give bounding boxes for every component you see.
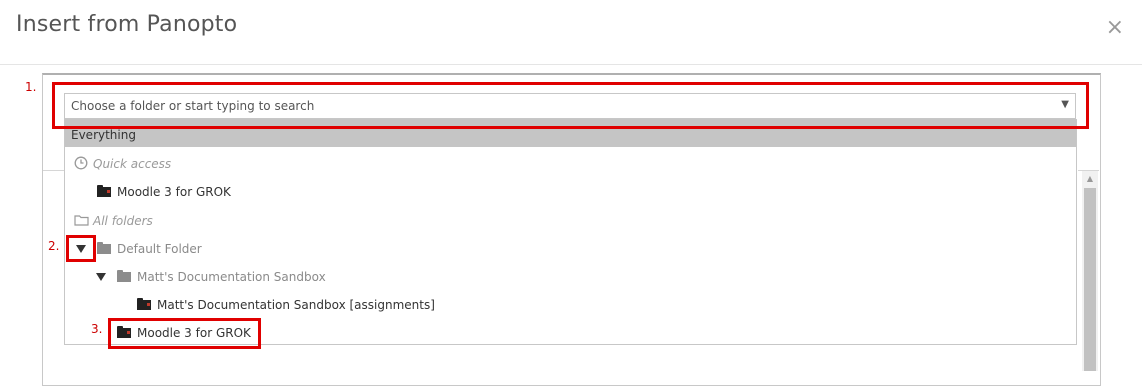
option-label: Default Folder <box>117 242 202 256</box>
annotation-3: 3. <box>91 322 103 336</box>
folder-icon <box>137 298 151 310</box>
annotation-1: 1. <box>25 80 37 94</box>
folder-icon <box>117 270 131 282</box>
option-label: Matt's Documentation Sandbox [assignment… <box>157 298 435 312</box>
option-label: Moodle 3 for GROK <box>117 185 231 199</box>
option-label: Matt's Documentation Sandbox <box>137 270 326 284</box>
dialog-header: Insert from Panopto × <box>0 0 1142 65</box>
annotation-2: 2. <box>48 239 60 253</box>
close-icon[interactable]: × <box>1106 14 1124 42</box>
option-everything-label: Everything <box>71 128 136 142</box>
folder-dropdown-list: Everything Quick access Moodle 3 for GRO… <box>64 119 1077 345</box>
folder-icon <box>97 242 111 254</box>
expand-triangle-icon[interactable] <box>96 273 106 281</box>
group-all-folders: All folders <box>93 214 153 228</box>
annotation-box-3 <box>108 318 261 349</box>
dialog-title: Insert from Panopto <box>16 12 238 37</box>
folder-icon <box>97 185 111 197</box>
annotation-box-1 <box>52 82 1089 129</box>
scroll-up-icon[interactable]: ▲ <box>1082 171 1098 187</box>
group-quick-access: Quick access <box>93 157 172 171</box>
divider <box>43 170 66 171</box>
option-sandbox-assignments[interactable]: Matt's Documentation Sandbox [assignment… <box>65 290 1076 318</box>
scrollbar-thumb[interactable] <box>1084 188 1096 371</box>
annotation-box-2 <box>66 235 96 262</box>
option-default-folder[interactable]: Default Folder <box>65 234 1076 262</box>
clock-icon <box>74 156 88 170</box>
folder-outline-icon <box>74 215 89 226</box>
option-quick-moodle[interactable]: Moodle 3 for GROK <box>65 177 1076 205</box>
option-sandbox[interactable]: Matt's Documentation Sandbox <box>65 262 1076 290</box>
